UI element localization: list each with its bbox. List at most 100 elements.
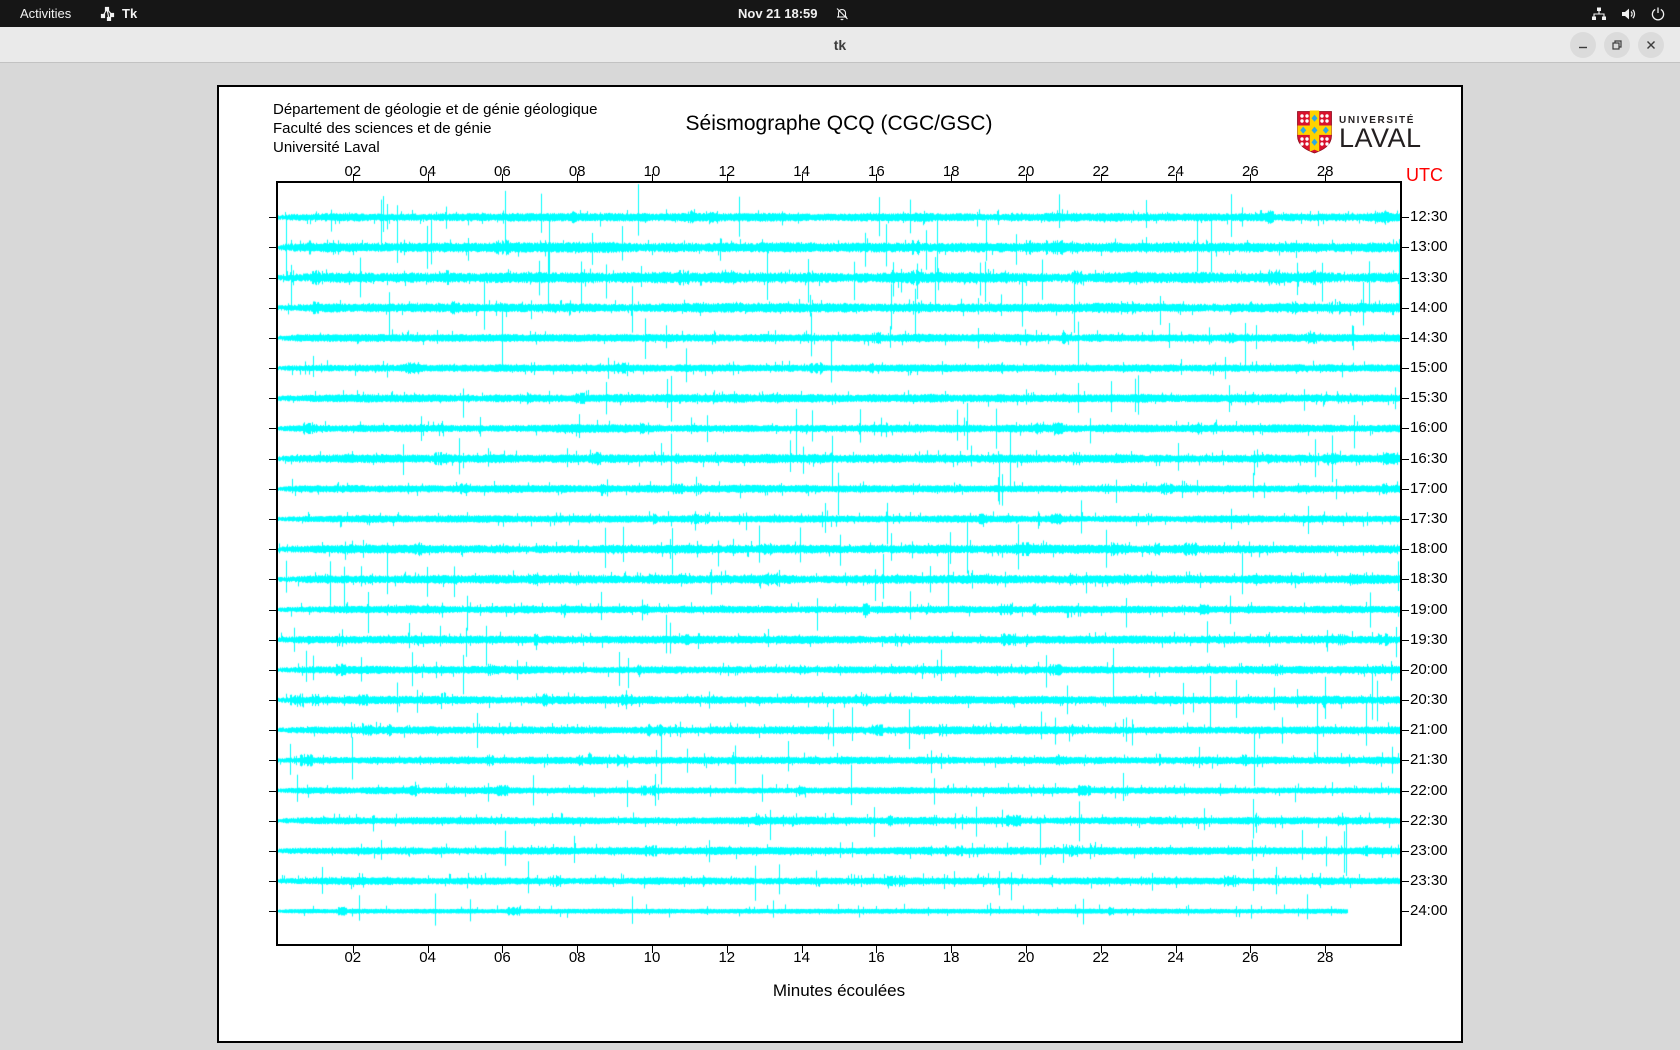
utc-row-label: 22:30	[1410, 811, 1448, 829]
row-tick-left	[269, 850, 276, 852]
desktop: Activities Tk Nov 21 18:59 tk Départemen…	[0, 0, 1680, 1050]
row-tick-left	[269, 337, 276, 339]
x-tick-label-top: 12	[718, 163, 736, 180]
row-tick-right	[1402, 850, 1409, 852]
window-title: tk	[833, 37, 847, 53]
x-tick-label-top: 16	[868, 163, 885, 180]
app-menu-label: Tk	[122, 6, 138, 21]
x-tick-label-bottom: 16	[868, 949, 885, 966]
row-tick-right	[1402, 337, 1409, 339]
x-tick-label-top: 22	[1092, 163, 1110, 180]
x-tick-label-top: 06	[494, 163, 511, 180]
window-title-bar[interactable]: tk	[0, 27, 1680, 63]
row-tick-right	[1402, 368, 1409, 370]
utc-row-label: 20:30	[1410, 691, 1448, 709]
x-tick-label-top: 26	[1242, 163, 1259, 180]
utc-axis-label: UTC	[1406, 165, 1443, 185]
x-tick-label-top: 24	[1167, 163, 1184, 180]
system-status-area[interactable]	[1591, 0, 1666, 27]
app-menu[interactable]: Tk	[100, 0, 137, 27]
row-tick-right	[1402, 760, 1409, 762]
row-tick-right	[1402, 458, 1409, 460]
row-tick-left	[269, 911, 276, 913]
tk-app-icon	[100, 6, 115, 21]
x-tick-label-bottom: 18	[942, 949, 960, 966]
row-tick-left	[269, 217, 276, 219]
logo-laval-text: LAVAL	[1339, 123, 1422, 153]
utc-row-label: 15:30	[1410, 389, 1448, 407]
clock-menu[interactable]: Nov 21 18:59	[738, 0, 850, 27]
utc-row-label: 14:30	[1410, 328, 1448, 346]
x-tick-label-bottom: 24	[1167, 949, 1184, 966]
row-tick-left	[269, 428, 276, 430]
row-tick-left	[269, 488, 276, 490]
row-tick-left	[269, 247, 276, 249]
row-tick-left	[269, 458, 276, 460]
row-tick-right	[1402, 277, 1409, 279]
chart-title: Séismographe QCQ (CGC/GSC)	[685, 112, 993, 135]
utc-row-label: 22:00	[1410, 781, 1448, 799]
utc-row-label: 19:30	[1410, 630, 1448, 648]
row-tick-right	[1402, 579, 1409, 581]
x-tick-label-bottom: 12	[718, 949, 736, 966]
x-tick-label-top: 20	[1017, 163, 1035, 180]
utc-row-label: 23:30	[1410, 872, 1448, 890]
row-tick-left	[269, 579, 276, 581]
laval-shield-icon	[1296, 110, 1333, 159]
row-tick-left	[269, 609, 276, 611]
utc-row-label: 16:00	[1410, 419, 1448, 437]
x-tick-label-top: 28	[1316, 163, 1334, 180]
x-tick-label-bottom: 10	[643, 949, 661, 966]
row-tick-left	[269, 700, 276, 702]
row-tick-left	[269, 277, 276, 279]
row-tick-left	[269, 881, 276, 883]
utc-row-label: 21:00	[1410, 721, 1448, 739]
seismogram-traces-canvas	[278, 183, 1400, 944]
utc-row-label: 12:30	[1410, 208, 1448, 226]
seismogram-plot-area	[276, 181, 1402, 946]
utc-row-label: 21:30	[1410, 751, 1448, 769]
utc-row-label: 20:00	[1410, 660, 1448, 678]
x-tick-label-top: 18	[942, 163, 960, 180]
x-tick-label-bottom: 22	[1092, 949, 1110, 966]
x-tick-label-bottom: 06	[494, 949, 511, 966]
volume-icon	[1620, 6, 1637, 22]
utc-row-label: 23:00	[1410, 841, 1448, 859]
close-button[interactable]	[1638, 32, 1664, 58]
utc-row-label: 17:30	[1410, 510, 1448, 527]
restore-button[interactable]	[1604, 32, 1630, 58]
row-tick-left	[269, 790, 276, 792]
x-tick-label-top: 02	[344, 163, 362, 180]
row-tick-left	[269, 820, 276, 822]
x-tick-label-bottom: 26	[1242, 949, 1259, 966]
x-tick-label-top: 04	[419, 163, 436, 180]
utc-row-label: 15:00	[1410, 359, 1448, 377]
gnome-top-bar: Activities Tk Nov 21 18:59	[0, 0, 1680, 27]
row-tick-right	[1402, 398, 1409, 400]
row-tick-right	[1402, 307, 1409, 309]
power-icon	[1650, 6, 1666, 22]
row-tick-right	[1402, 790, 1409, 792]
row-tick-left	[269, 669, 276, 671]
row-tick-left	[269, 639, 276, 641]
window-controls	[1570, 32, 1664, 58]
utc-row-label: 16:30	[1410, 449, 1448, 467]
x-tick-label-bottom: 28	[1316, 949, 1334, 966]
universite-laval-logo: UNIVERSITÉ LAVAL	[1296, 110, 1422, 159]
row-tick-left	[269, 307, 276, 309]
utc-row-label: 13:30	[1410, 268, 1448, 286]
utc-row-label: 13:00	[1410, 238, 1448, 256]
minimize-button[interactable]	[1570, 32, 1596, 58]
row-tick-right	[1402, 730, 1409, 732]
row-tick-right	[1402, 639, 1409, 641]
row-tick-right	[1402, 428, 1409, 430]
utc-row-label: 18:00	[1410, 540, 1448, 558]
row-tick-right	[1402, 217, 1409, 219]
row-tick-right	[1402, 519, 1409, 520]
utc-row-label: 18:30	[1410, 570, 1448, 588]
row-tick-right	[1402, 247, 1409, 249]
activities-button[interactable]: Activities	[12, 0, 79, 27]
row-tick-right	[1402, 609, 1409, 611]
row-tick-left	[269, 368, 276, 370]
row-tick-right	[1402, 669, 1409, 671]
